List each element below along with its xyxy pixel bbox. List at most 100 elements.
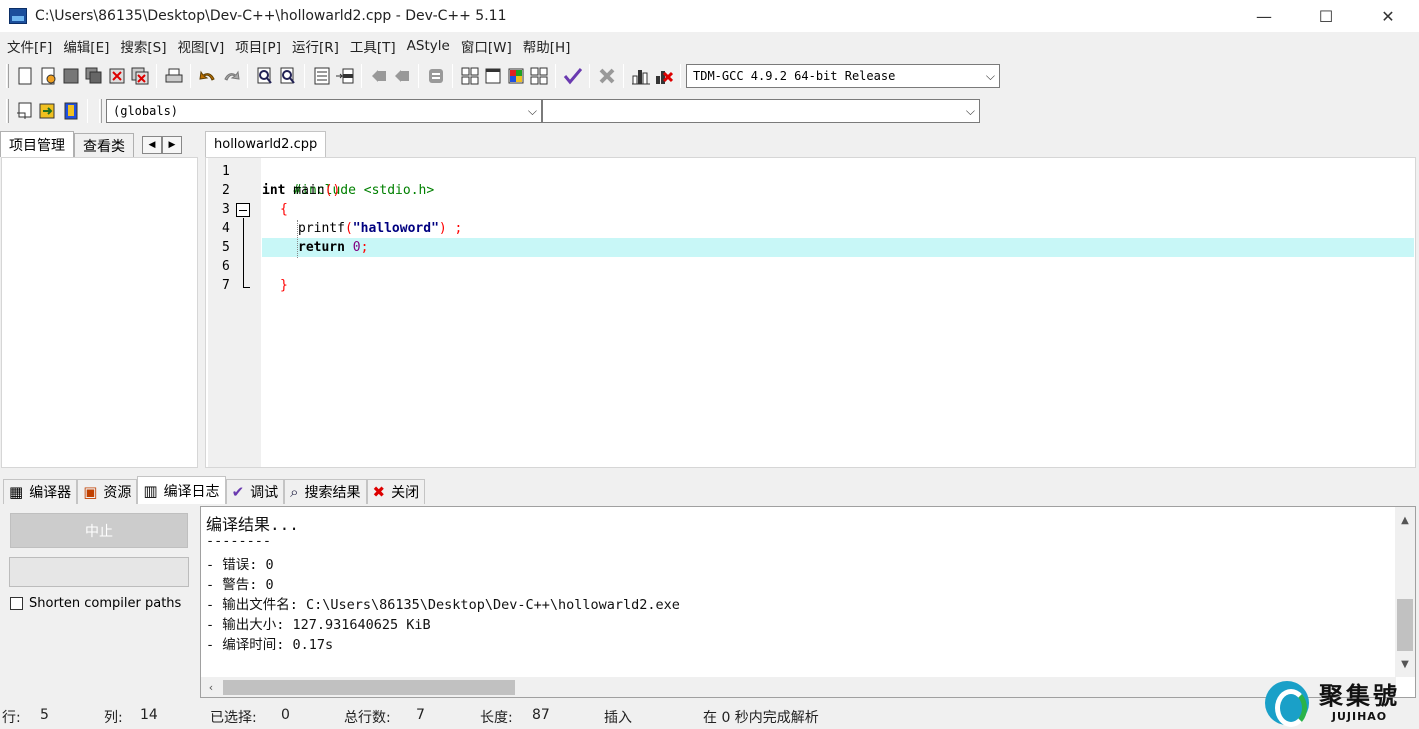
compile-run-icon[interactable] bbox=[506, 67, 525, 86]
toolbar-separator bbox=[361, 64, 362, 88]
chevron-down-icon: ⌵ bbox=[965, 104, 975, 118]
menu-project[interactable]: 项目[P] bbox=[235, 36, 281, 56]
menu-edit[interactable]: 编辑[E] bbox=[63, 36, 109, 56]
compile-icon[interactable] bbox=[460, 67, 479, 86]
status-row-value: 5 bbox=[40, 707, 49, 723]
scrollbar-thumb[interactable] bbox=[223, 680, 515, 695]
compile-log-output[interactable]: 编译结果... -------- - 错误: 0 - 警告: 0 - 输出文件名… bbox=[200, 506, 1416, 698]
checkbox-box[interactable] bbox=[10, 597, 23, 610]
syntax-check-icon[interactable] bbox=[563, 67, 582, 86]
replace-icon[interactable] bbox=[278, 67, 297, 86]
goto-line-icon[interactable] bbox=[335, 67, 354, 86]
window-title: C:\Users\86135\Desktop\Dev-C++\hollowarl… bbox=[35, 8, 507, 24]
devcpp-app-icon bbox=[9, 8, 27, 24]
status-row-label: 行: bbox=[2, 710, 21, 726]
function-select[interactable]: ⌵ bbox=[542, 99, 980, 123]
line-number: 2 bbox=[222, 183, 230, 198]
tab-resources[interactable]: ▣ 资源 bbox=[77, 479, 138, 504]
menu-astyle[interactable]: AStyle bbox=[407, 38, 450, 54]
close-window-button[interactable]: ✕ bbox=[1357, 0, 1419, 32]
tab-close[interactable]: ✖ 关闭 bbox=[366, 479, 426, 504]
shorten-paths-checkbox[interactable]: Shorten compiler paths bbox=[10, 596, 181, 611]
new-project-icon[interactable] bbox=[15, 102, 34, 121]
close-all-icon[interactable] bbox=[130, 67, 149, 86]
indent-icon[interactable] bbox=[312, 67, 331, 86]
tab-hollowarld2-cpp[interactable]: hollowarld2.cpp bbox=[205, 131, 327, 157]
scroll-left-icon[interactable]: ◀ bbox=[142, 136, 162, 154]
print-icon[interactable] bbox=[164, 67, 183, 86]
paren: ) bbox=[438, 221, 447, 236]
toolbar-separator bbox=[87, 99, 88, 123]
watermark-logo: 聚集號 JUJIHAO bbox=[1265, 676, 1415, 729]
tab-search-results[interactable]: ⌕ 搜索结果 bbox=[284, 479, 367, 504]
compiler-icon: ▦ bbox=[9, 483, 24, 501]
tab-class-browser[interactable]: 查看类 bbox=[74, 133, 134, 157]
bookmark-prev-icon[interactable] bbox=[369, 67, 388, 86]
scroll-left-icon[interactable]: ‹ bbox=[203, 677, 219, 697]
line-number-gutter bbox=[208, 158, 261, 467]
tab-label: 资源 bbox=[103, 485, 132, 501]
log-line: 编译结果... bbox=[206, 515, 299, 534]
code-line-1: #include <stdio.h> bbox=[262, 162, 434, 198]
undo-icon[interactable] bbox=[198, 67, 217, 86]
menu-help[interactable]: 帮助[H] bbox=[523, 36, 571, 56]
chevron-down-icon: ⌵ bbox=[527, 104, 537, 118]
debug-check-icon: ✔ bbox=[231, 483, 245, 501]
delete-profile-icon[interactable] bbox=[654, 67, 673, 86]
tab-compile-log[interactable]: ▥ 编译日志 bbox=[137, 476, 226, 504]
menu-window[interactable]: 窗口[W] bbox=[461, 36, 512, 56]
run-icon[interactable] bbox=[483, 67, 502, 86]
log-vertical-scrollbar[interactable]: ▲ ▼ bbox=[1395, 507, 1415, 677]
project-tree-panel[interactable] bbox=[1, 157, 198, 468]
redo-icon[interactable] bbox=[221, 67, 240, 86]
menu-file[interactable]: 文件[F] bbox=[7, 36, 52, 56]
tab-debug[interactable]: ✔ 调试 bbox=[225, 479, 285, 504]
close-file-icon[interactable] bbox=[107, 67, 126, 86]
log-horizontal-scrollbar[interactable]: ‹ bbox=[201, 677, 1396, 697]
save-all-icon[interactable] bbox=[84, 67, 103, 86]
save-icon[interactable] bbox=[61, 67, 80, 86]
editor-tabs: hollowarld2.cpp bbox=[205, 131, 327, 157]
tab-compiler[interactable]: ▦ 编译器 bbox=[3, 479, 78, 504]
profile-chart-icon[interactable] bbox=[631, 67, 650, 86]
jujihao-logo-icon bbox=[1265, 680, 1309, 727]
globals-select[interactable]: (globals) ⌵ bbox=[106, 99, 542, 123]
semicolon: ; bbox=[446, 221, 463, 236]
stop-button[interactable]: 中止 bbox=[10, 513, 188, 548]
new-file-icon[interactable] bbox=[15, 67, 34, 86]
scroll-up-icon[interactable]: ▲ bbox=[1395, 510, 1415, 530]
rebuild-all-icon[interactable] bbox=[529, 67, 548, 86]
menu-tools[interactable]: 工具[T] bbox=[350, 36, 396, 56]
comment-icon[interactable] bbox=[426, 67, 445, 86]
open-file-icon[interactable] bbox=[38, 67, 57, 86]
stop-execution-icon[interactable] bbox=[597, 67, 616, 86]
scroll-right-icon[interactable]: ▶ bbox=[162, 136, 182, 154]
line-number: 7 bbox=[222, 278, 230, 293]
main-toolbar: TDM-GCC 4.9.2 64-bit Release ⌵ bbox=[0, 59, 1419, 93]
status-insert-mode: 插入 bbox=[604, 710, 632, 726]
menu-run[interactable]: 运行[R] bbox=[292, 36, 339, 56]
line-number: 3 bbox=[222, 202, 230, 217]
tab-label: 搜索结果 bbox=[304, 485, 361, 501]
menu-search[interactable]: 搜索[S] bbox=[120, 36, 166, 56]
left-panel-tabs: 项目管理 查看类 ◀ ▶ bbox=[0, 131, 200, 157]
search-icon: ⌕ bbox=[290, 483, 299, 501]
tab-label: 关闭 bbox=[391, 485, 420, 501]
remove-from-project-icon[interactable] bbox=[61, 102, 80, 121]
compiler-select[interactable]: TDM-GCC 4.9.2 64-bit Release ⌵ bbox=[686, 64, 1000, 88]
maximize-button[interactable]: ☐ bbox=[1295, 0, 1357, 32]
code-line-7: } bbox=[280, 276, 288, 295]
find-icon[interactable] bbox=[255, 67, 274, 86]
scroll-down-icon[interactable]: ▼ bbox=[1395, 654, 1415, 674]
watermark-text: 聚集號 JUJIHAO bbox=[1319, 682, 1400, 724]
tab-project-manager[interactable]: 项目管理 bbox=[0, 131, 74, 157]
log-line: - 错误: 0 bbox=[206, 557, 274, 573]
fold-line bbox=[243, 218, 244, 288]
menu-view[interactable]: 视图[V] bbox=[178, 36, 225, 56]
scrollbar-thumb[interactable] bbox=[1397, 599, 1413, 651]
bookmark-next-icon[interactable] bbox=[392, 67, 411, 86]
minimize-button[interactable]: — bbox=[1233, 0, 1295, 32]
add-to-project-icon[interactable] bbox=[38, 102, 57, 121]
code-editor[interactable]: 1 2 3 4 5 6 7 #include <stdio.h> int mai… bbox=[205, 157, 1416, 468]
fold-collapse-icon[interactable] bbox=[236, 203, 250, 217]
